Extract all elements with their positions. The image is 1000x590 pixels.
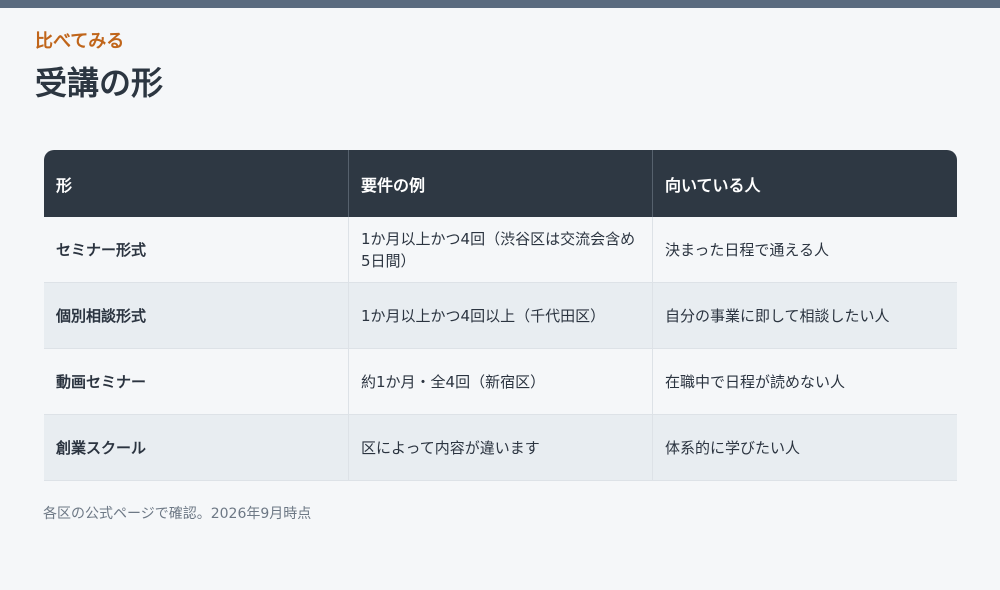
- cell-format: 動画セミナー: [44, 349, 348, 415]
- cell-format: 個別相談形式: [44, 283, 348, 349]
- cell-suited-for: 決まった日程で通える人: [652, 217, 957, 283]
- comparison-table: 形 要件の例 向いている人 セミナー形式 1か月以上かつ4回（渋谷区は交流会含め…: [44, 150, 957, 481]
- column-header-suited-for: 向いている人: [652, 150, 957, 217]
- table-header: 形 要件の例 向いている人: [44, 150, 957, 217]
- source-footnote: 各区の公式ページで確認。2026年9月時点: [43, 506, 312, 522]
- table-header-row: 形 要件の例 向いている人: [44, 150, 957, 217]
- comparison-table-container: 形 要件の例 向いている人 セミナー形式 1か月以上かつ4回（渋谷区は交流会含め…: [44, 150, 957, 481]
- cell-suited-for: 体系的に学びたい人: [652, 415, 957, 481]
- table-row: 個別相談形式 1か月以上かつ4回以上（千代田区） 自分の事業に即して相談したい人: [44, 283, 957, 349]
- table-row: 動画セミナー 約1か月・全4回（新宿区） 在職中で日程が読めない人: [44, 349, 957, 415]
- column-header-format: 形: [44, 150, 348, 217]
- cell-requirements: 1か月以上かつ4回以上（千代田区）: [348, 283, 652, 349]
- cell-suited-for: 自分の事業に即して相談したい人: [652, 283, 957, 349]
- cell-format: セミナー形式: [44, 217, 348, 283]
- cell-requirements: 区によって内容が違います: [348, 415, 652, 481]
- table-row: セミナー形式 1か月以上かつ4回（渋谷区は交流会含め5日間） 決まった日程で通え…: [44, 217, 957, 283]
- cell-requirements: 1か月以上かつ4回（渋谷区は交流会含め5日間）: [348, 217, 652, 283]
- cell-format: 創業スクール: [44, 415, 348, 481]
- section-eyebrow: 比べてみる: [35, 31, 125, 52]
- cell-suited-for: 在職中で日程が読めない人: [652, 349, 957, 415]
- table-body: セミナー形式 1か月以上かつ4回（渋谷区は交流会含め5日間） 決まった日程で通え…: [44, 217, 957, 481]
- top-accent-bar: [0, 0, 1000, 8]
- cell-requirements: 約1か月・全4回（新宿区）: [348, 349, 652, 415]
- column-header-requirements: 要件の例: [348, 150, 652, 217]
- page-title: 受講の形: [35, 64, 164, 102]
- table-row: 創業スクール 区によって内容が違います 体系的に学びたい人: [44, 415, 957, 481]
